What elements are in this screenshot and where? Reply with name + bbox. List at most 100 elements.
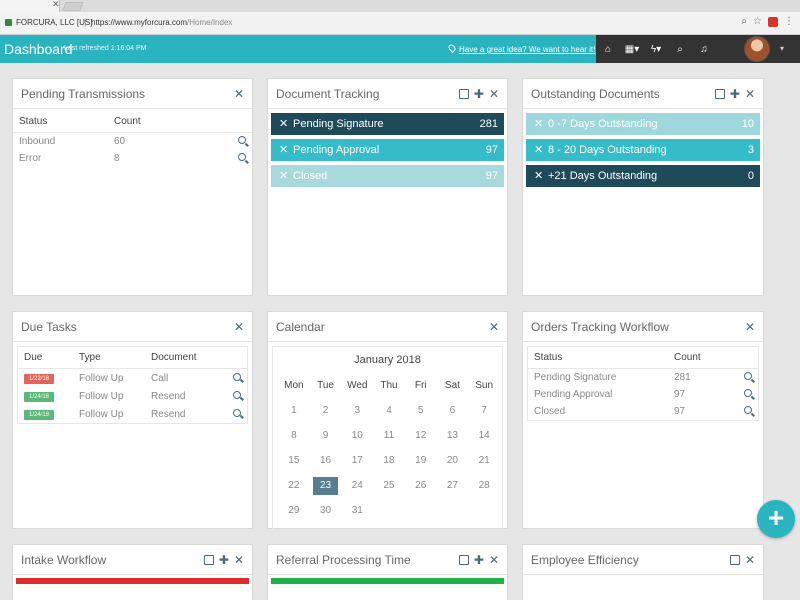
- calendar-day[interactable]: 14: [468, 427, 500, 445]
- menu-icon[interactable]: ⋮: [784, 16, 794, 27]
- calendar-day[interactable]: 11: [373, 427, 405, 445]
- remove-icon[interactable]: ✕: [279, 113, 288, 135]
- search-icon[interactable]: [233, 408, 241, 417]
- add-icon[interactable]: ✚: [219, 553, 229, 567]
- calendar-day[interactable]: 15: [278, 452, 310, 470]
- edit-icon[interactable]: [203, 555, 214, 565]
- edit-icon[interactable]: [714, 89, 725, 99]
- tracking-item-pending-approval[interactable]: ✕ Pending Approval 97: [271, 139, 504, 161]
- address-bar[interactable]: FORCURA, LLC [US] | https://www.myforcur…: [0, 12, 800, 35]
- calendar-day[interactable]: 1: [278, 402, 310, 420]
- calendar-day[interactable]: 18: [373, 452, 405, 470]
- close-icon[interactable]: ✕: [234, 87, 244, 101]
- calendar-day[interactable]: 12: [405, 427, 437, 445]
- outstanding-item-0-7-days[interactable]: ✕ 0 -7 Days Outstanding 10: [526, 113, 760, 135]
- search-icon[interactable]: [744, 406, 752, 414]
- close-icon[interactable]: ✕: [745, 87, 755, 101]
- calendar-day[interactable]: 13: [437, 427, 469, 445]
- close-icon[interactable]: ✕: [489, 553, 499, 567]
- search-icon[interactable]: [744, 389, 752, 397]
- panel-title: Due Tasks: [21, 320, 77, 334]
- calendar-day[interactable]: 4: [373, 402, 405, 420]
- page-title: Dashboard: [4, 41, 73, 57]
- status-cell: Closed: [534, 406, 566, 417]
- remove-icon[interactable]: ✕: [534, 165, 543, 187]
- calendar-day[interactable]: 20: [437, 452, 469, 470]
- remove-icon[interactable]: ✕: [279, 165, 288, 187]
- add-icon[interactable]: ✚: [730, 87, 740, 101]
- remove-icon[interactable]: ✕: [279, 139, 288, 161]
- item-label: Pending Signature: [293, 118, 384, 130]
- add-icon[interactable]: ✚: [474, 553, 484, 567]
- calendar-day[interactable]: 29: [278, 502, 310, 520]
- outstanding-item-21-days[interactable]: ✕ +21 Days Outstanding 0: [526, 165, 760, 187]
- address-separator: |: [84, 17, 87, 27]
- search-icon[interactable]: [744, 372, 752, 380]
- calendar-day[interactable]: 9: [310, 427, 342, 445]
- calendar-day[interactable]: 3: [341, 402, 373, 420]
- remove-icon[interactable]: ✕: [534, 139, 543, 161]
- new-tab-button[interactable]: [62, 2, 84, 11]
- type-cell: Follow Up: [79, 372, 124, 384]
- column-header: Count: [668, 347, 728, 369]
- bell-icon[interactable]: ♫: [692, 44, 716, 55]
- close-icon[interactable]: ✕: [745, 320, 755, 334]
- search-icon[interactable]: [238, 136, 246, 144]
- calendar-day[interactable]: 6: [437, 402, 469, 420]
- tab-close-icon[interactable]: ✕: [52, 0, 60, 10]
- avatar-caret-icon[interactable]: ▾: [780, 44, 784, 53]
- close-icon[interactable]: ✕: [489, 87, 499, 101]
- calendar-day[interactable]: 26: [405, 477, 437, 495]
- url-text[interactable]: https://www.myforcura.com/Home/Index: [91, 18, 232, 27]
- zoom-icon[interactable]: ⌕: [741, 16, 747, 27]
- idea-link[interactable]: Have a great idea? We want to hear it!: [447, 43, 595, 54]
- close-icon[interactable]: ✕: [234, 553, 244, 567]
- extension-icon[interactable]: [768, 16, 778, 27]
- calendar-day[interactable]: 8: [278, 427, 310, 445]
- calendar-day[interactable]: 30: [310, 502, 342, 520]
- home-icon[interactable]: ⌂: [596, 44, 620, 55]
- star-icon[interactable]: ☆: [753, 16, 762, 27]
- document-cell: Call: [151, 372, 169, 384]
- add-widget-button[interactable]: +: [757, 500, 795, 538]
- calendar-day[interactable]: 24: [341, 477, 373, 495]
- avatar[interactable]: [744, 36, 770, 62]
- tracking-item-closed[interactable]: ✕ Closed 97: [271, 165, 504, 187]
- calendar-day[interactable]: 31: [341, 502, 373, 520]
- calendar-day[interactable]: 22: [278, 477, 310, 495]
- calendar-day[interactable]: 25: [373, 477, 405, 495]
- calendar-day-selected[interactable]: 23: [312, 477, 339, 495]
- calendar-day[interactable]: 10: [341, 427, 373, 445]
- weekday-header: Sat: [444, 380, 460, 391]
- document-cell: Resend: [151, 390, 186, 402]
- calendar-day[interactable]: 16: [310, 452, 342, 470]
- grid-menu-icon[interactable]: ▦▾: [620, 44, 644, 55]
- calendar-day[interactable]: 21: [468, 452, 500, 470]
- close-icon[interactable]: ✕: [234, 320, 244, 334]
- remove-icon[interactable]: ✕: [534, 113, 543, 135]
- close-icon[interactable]: ✕: [745, 553, 755, 567]
- close-icon[interactable]: ✕: [489, 320, 499, 334]
- bolt-menu-icon[interactable]: ϟ▾: [644, 44, 668, 55]
- calendar-day[interactable]: 28: [468, 477, 500, 495]
- edit-icon[interactable]: [729, 555, 740, 565]
- calendar-day[interactable]: 17: [341, 452, 373, 470]
- table-row: Inbound 60: [13, 133, 252, 151]
- search-icon[interactable]: ⌕: [668, 44, 692, 55]
- search-icon[interactable]: [233, 372, 241, 381]
- tracking-item-pending-signature[interactable]: ✕ Pending Signature 281: [271, 113, 504, 135]
- outstanding-item-8-20-days[interactable]: ✕ 8 - 20 Days Outstanding 3: [526, 139, 760, 161]
- browser-tab[interactable]: ✕: [0, 0, 60, 12]
- calendar-day[interactable]: 2: [310, 402, 342, 420]
- status-cell: Pending Approval: [534, 389, 613, 400]
- calendar-day[interactable]: 27: [437, 477, 469, 495]
- edit-icon[interactable]: [458, 89, 469, 99]
- edit-icon[interactable]: [458, 555, 469, 565]
- calendar-day[interactable]: 19: [405, 452, 437, 470]
- calendar-day[interactable]: 7: [468, 402, 500, 420]
- search-icon[interactable]: [233, 390, 241, 399]
- add-icon[interactable]: ✚: [474, 87, 484, 101]
- search-icon[interactable]: [238, 153, 246, 161]
- item-label: Pending Approval: [293, 144, 380, 156]
- calendar-day[interactable]: 5: [405, 402, 437, 420]
